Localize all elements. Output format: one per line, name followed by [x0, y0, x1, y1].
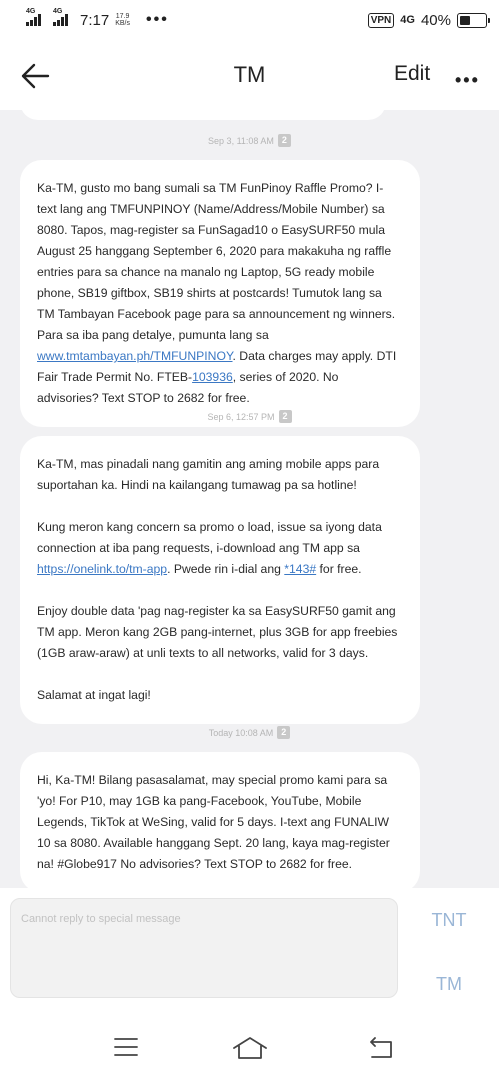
message-link[interactable]: www.tmtambayan.ph/TMFUNPINOY [37, 349, 233, 363]
message-bubble[interactable]: Hi, Ka-TM! Bilang pasasalamat, may speci… [20, 752, 420, 890]
battery-icon [457, 12, 490, 28]
status-right: VPN 4G 40% [367, 11, 490, 29]
message-paragraph: Ka-TM, mas pinadali nang gamitin ang ami… [37, 454, 402, 496]
more-options-icon[interactable]: ••• [455, 70, 480, 91]
battery-fill [460, 15, 470, 25]
clock: 7:17 [80, 11, 110, 29]
timestamp-text: Sep 6, 12:57 PM [207, 411, 275, 422]
signal-icon-sim2: 4G [53, 8, 68, 26]
message-bubble[interactable]: Ka-TM, gusto mo bang sumali sa TM FunPin… [20, 160, 420, 427]
message-link[interactable]: https://onelink.to/tm-app [37, 562, 167, 576]
menu-nav-button[interactable] [113, 1036, 139, 1063]
more-notifications-icon: ••• [146, 11, 169, 28]
message-text: Ka-TM, mas pinadali nang gamitin ang ami… [37, 457, 380, 492]
message-text: Kung meron kang concern sa promo o load,… [37, 520, 382, 555]
menu-icon [114, 1038, 138, 1056]
signal-1-label: 4G [26, 8, 36, 15]
message-link[interactable]: *143# [284, 562, 316, 576]
previous-message-bubble [20, 110, 386, 120]
message-link[interactable]: 103936 [192, 370, 233, 384]
back-nav-button[interactable] [367, 1036, 395, 1065]
battery-percent: 40% [420, 11, 451, 29]
message-text: Salamat at ingat lagi! [37, 688, 151, 702]
system-nav-bar [0, 1008, 499, 1080]
message-text: . Pwede rin i-dial ang [167, 562, 285, 576]
message-timestamp: Today 10:08 AM 2 [0, 726, 499, 739]
network-speed: 17.9 KB/s [115, 13, 130, 27]
message-paragraph: Hi, Ka-TM! Bilang pasasalamat, may speci… [37, 770, 402, 875]
message-text: Hi, Ka-TM! Bilang pasasalamat, may speci… [37, 773, 390, 871]
message-paragraph: Kung meron kang concern sa promo o load,… [37, 517, 402, 580]
speed-value: 17.9 [115, 13, 130, 20]
conversation-header: TM Edit ••• [0, 40, 499, 110]
message-paragraph: Ka-TM, gusto mo bang sumali sa TM FunPin… [37, 178, 402, 409]
sim-badge: 2 [277, 726, 291, 739]
message-timestamp: Sep 3, 11:08 AM 2 [0, 134, 499, 147]
composer: Cannot reply to special message TNT TM [0, 888, 499, 1008]
message-text: Ka-TM, gusto mo bang sumali sa TM FunPin… [37, 181, 396, 342]
status-left: 4G 4G 7:17 17.9 KB/s ••• [26, 8, 169, 29]
message-paragraph: Salamat at ingat lagi! [37, 685, 402, 706]
network-type: 4G [400, 14, 415, 26]
sim-badge: 2 [277, 134, 291, 147]
vpn-icon: VPN [367, 12, 395, 28]
message-paragraph: Enjoy double data 'pag nag-register ka s… [37, 601, 402, 664]
edit-button[interactable]: Edit [394, 62, 430, 86]
send-sim1-button[interactable]: TNT [420, 910, 478, 931]
sim-badge: 2 [278, 410, 292, 423]
message-timestamp: Sep 6, 12:57 PM 2 [0, 410, 499, 423]
signal-icon-sim1: 4G [26, 8, 41, 26]
message-text: for free. [316, 562, 362, 576]
speed-unit: KB/s [115, 20, 130, 27]
timestamp-text: Today 10:08 AM [208, 727, 274, 738]
send-sim2-button[interactable]: TM [420, 974, 478, 995]
reply-input[interactable]: Cannot reply to special message [10, 898, 398, 998]
status-bar: 4G 4G 7:17 17.9 KB/s ••• VPN 4G 40% [0, 0, 499, 40]
return-icon [370, 1037, 392, 1058]
home-nav-button[interactable] [232, 1036, 268, 1065]
timestamp-text: Sep 3, 11:08 AM [208, 135, 274, 146]
home-icon [233, 1037, 267, 1059]
message-list[interactable]: Sep 3, 11:08 AM 2 Ka-TM, gusto mo bang s… [0, 110, 499, 890]
message-text: Enjoy double data 'pag nag-register ka s… [37, 604, 398, 660]
message-bubble[interactable]: Ka-TM, mas pinadali nang gamitin ang ami… [20, 436, 420, 724]
signal-2-label: 4G [53, 8, 63, 15]
